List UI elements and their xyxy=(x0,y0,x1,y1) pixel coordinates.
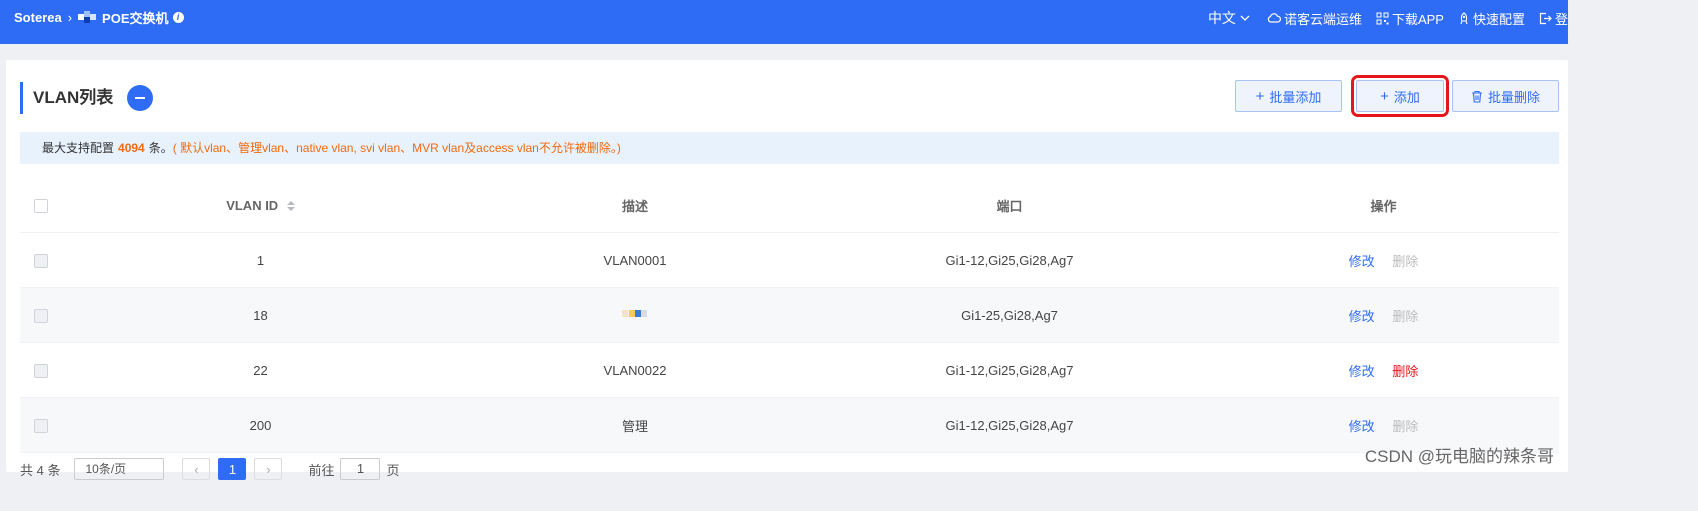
device-logo-icon xyxy=(78,11,100,24)
cloud-ops-label: 诺客云端运维 xyxy=(1283,11,1362,27)
page-unit-label: 页 xyxy=(386,462,400,478)
pagination: 共 4 条 10条/页 ‹ 1 › 前往 1 页 xyxy=(20,458,400,480)
actions-cell: 修改 删除 xyxy=(1208,232,1559,288)
row-checkbox-cell xyxy=(20,287,62,343)
vlan-id-cell: 200 xyxy=(62,397,459,453)
add-label: 添加 xyxy=(1393,89,1420,105)
chevron-right-icon: › xyxy=(67,10,73,25)
next-page-button[interactable]: › xyxy=(254,458,283,480)
column-vlan-id[interactable]: VLAN ID xyxy=(62,178,459,233)
actions-cell: 修改 删除 xyxy=(1208,342,1559,398)
row-checkbox[interactable] xyxy=(34,363,48,378)
page-size-select[interactable]: 10条/页 xyxy=(74,458,165,480)
notice-warning: ( 默认vlan、管理vlan、native vlan, svi vlan、MV… xyxy=(172,141,621,155)
page-number-button[interactable]: 1 xyxy=(218,458,247,480)
top-bar: Soterea › POE交换机 i 中文 诺客云端运维 下载APP 快速配置 … xyxy=(0,0,1568,44)
select-all-cell xyxy=(20,178,62,233)
table-row: 18 Gi1-25,Gi28,Ag7 修改 删除 xyxy=(20,287,1559,343)
rocket-icon xyxy=(1460,11,1468,24)
delete-link[interactable]: 删除 xyxy=(1392,364,1418,379)
plus-icon: + xyxy=(1380,87,1389,105)
cloud-icon xyxy=(1267,13,1281,23)
delete-link: 删除 xyxy=(1392,418,1419,434)
select-all-checkbox[interactable] xyxy=(34,198,48,213)
column-actions: 操作 xyxy=(1208,178,1559,233)
cloud-ops-link[interactable]: 诺客云端运维 xyxy=(1267,8,1362,28)
delete-link: 删除 xyxy=(1392,308,1419,324)
column-description: 描述 xyxy=(459,178,811,233)
delete-link: 删除 xyxy=(1392,253,1419,269)
watermark: CSDN @玩电脑的辣条哥 xyxy=(1364,447,1554,466)
row-checkbox[interactable] xyxy=(34,308,48,323)
edit-link[interactable]: 修改 xyxy=(1349,309,1375,324)
device-name: POE交换机 xyxy=(102,11,169,26)
edit-link[interactable]: 修改 xyxy=(1349,364,1375,379)
brand-link[interactable]: Soterea xyxy=(14,10,62,25)
total-count: 共 4 条 xyxy=(20,462,61,478)
header-actions: 中文 诺客云端运维 下载APP 快速配置 登 xyxy=(1194,8,1568,28)
quick-config-label: 快速配置 xyxy=(1472,11,1525,27)
notice-prefix: 最大支持配置 xyxy=(42,141,115,155)
info-icon[interactable]: i xyxy=(172,12,184,23)
section-title: VLAN列表 xyxy=(20,82,154,114)
ports-cell: Gi1-12,Gi25,Gi28,Ag7 xyxy=(811,397,1208,453)
description-cell: VLAN0022 xyxy=(459,342,811,398)
trash-icon xyxy=(1471,90,1482,103)
goto-page-input[interactable]: 1 xyxy=(340,458,381,480)
edit-link[interactable]: 修改 xyxy=(1349,419,1375,434)
column-ports: 端口 xyxy=(811,178,1208,233)
batch-delete-label: 批量删除 xyxy=(1487,89,1540,105)
language-label: 中文 xyxy=(1207,10,1236,26)
notice-max-count: 4094 xyxy=(118,141,145,155)
vlan-id-cell: 1 xyxy=(62,232,459,288)
download-app-link[interactable]: 下载APP xyxy=(1376,8,1444,28)
login-label: 登 xyxy=(1554,11,1568,27)
edit-link[interactable]: 修改 xyxy=(1349,254,1375,269)
sort-icon[interactable] xyxy=(286,201,295,212)
download-app-label: 下载APP xyxy=(1391,11,1444,27)
qrcode-icon xyxy=(1376,12,1389,24)
table-header: VLAN ID 描述 端口 操作 xyxy=(20,178,1559,233)
row-checkbox[interactable] xyxy=(34,253,48,268)
notice-suffix: 条。 xyxy=(148,141,173,155)
breadcrumb: Soterea › POE交换机 i xyxy=(14,8,184,27)
add-button[interactable]: + 添加 xyxy=(1351,75,1449,117)
chevron-down-icon xyxy=(1240,15,1250,21)
column-vlan-id-label: VLAN ID xyxy=(226,197,279,213)
vlan-id-cell: 18 xyxy=(62,287,459,343)
vlan-id-cell: 22 xyxy=(62,342,459,398)
ports-cell: Gi1-25,Gi28,Ag7 xyxy=(811,287,1208,343)
collapse-icon[interactable] xyxy=(127,85,154,111)
info-notice: 最大支持配置 4094 条。( 默认vlan、管理vlan、native vlan,… xyxy=(20,132,1559,164)
table-row: 200 管理 Gi1-12,Gi25,Gi28,Ag7 修改 删除 xyxy=(20,397,1559,453)
quick-config-link[interactable]: 快速配置 xyxy=(1458,8,1525,28)
login-link[interactable]: 登 xyxy=(1539,8,1568,28)
vlan-table: VLAN ID 描述 端口 操作 1 VLAN0001 Gi1-12,Gi25,… xyxy=(20,178,1559,453)
logout-icon xyxy=(1539,12,1552,24)
table-row: 1 VLAN0001 Gi1-12,Gi25,Gi28,Ag7 修改 删除 xyxy=(20,232,1559,288)
batch-add-label: 批量添加 xyxy=(1269,89,1322,105)
redacted-text-icon xyxy=(622,308,648,320)
row-checkbox-cell xyxy=(20,397,62,453)
language-select[interactable]: 中文 xyxy=(1208,8,1253,28)
batch-delete-button[interactable]: 批量删除 xyxy=(1452,80,1559,112)
prev-page-button[interactable]: ‹ xyxy=(182,458,211,480)
goto-label: 前往 xyxy=(308,462,335,478)
plus-icon: + xyxy=(1255,87,1265,105)
description-cell xyxy=(459,287,811,343)
description-cell: 管理 xyxy=(459,397,811,453)
row-checkbox-cell xyxy=(20,342,62,398)
batch-add-button[interactable]: + 批量添加 xyxy=(1235,80,1342,112)
table-row: 22 VLAN0022 Gi1-12,Gi25,Gi28,Ag7 修改 删除 xyxy=(20,342,1559,398)
ports-cell: Gi1-12,Gi25,Gi28,Ag7 xyxy=(811,232,1208,288)
ports-cell: Gi1-12,Gi25,Gi28,Ag7 xyxy=(811,342,1208,398)
description-cell: VLAN0001 xyxy=(459,232,811,288)
actions-cell: 修改 删除 xyxy=(1208,287,1559,343)
row-checkbox-cell xyxy=(20,232,62,288)
vlan-card: VLAN列表 + 批量添加 + 添加 批量删除 最大支持配置 4094 条。( 默认… xyxy=(6,60,1568,480)
row-checkbox[interactable] xyxy=(34,418,48,433)
vlan-list-title: VLAN列表 xyxy=(33,88,114,107)
